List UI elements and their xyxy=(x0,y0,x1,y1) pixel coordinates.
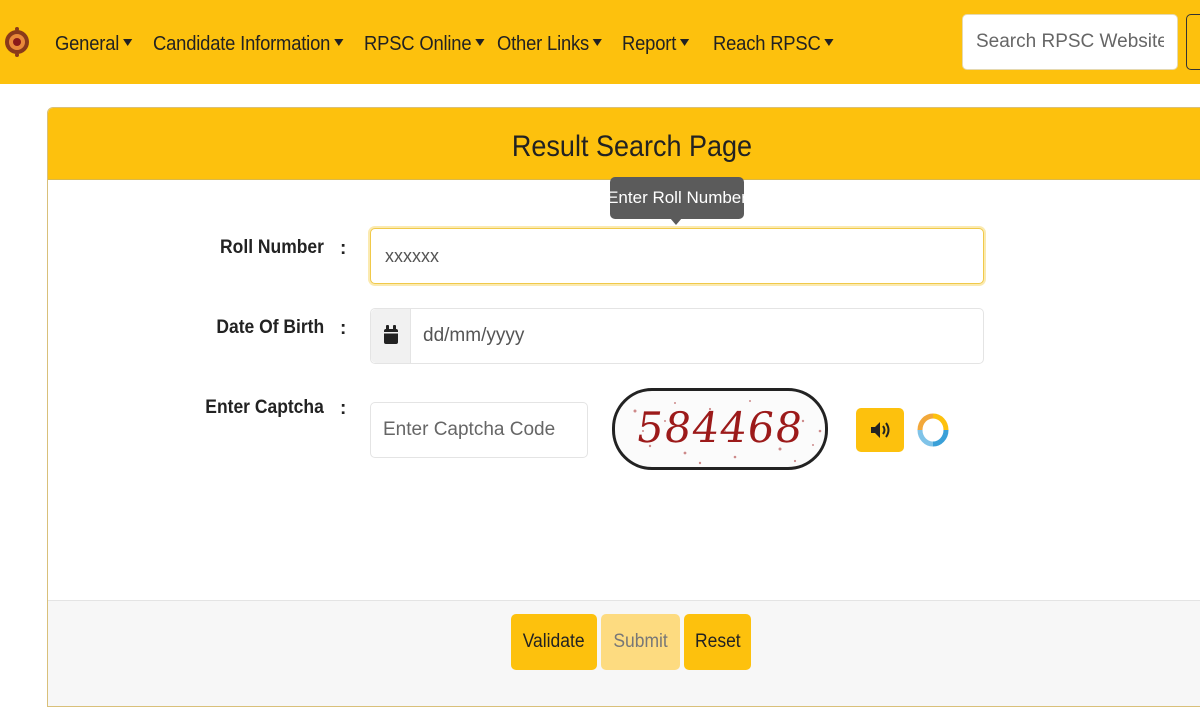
top-navbar: General Candidate Information RPSC Onlin… xyxy=(0,0,1200,84)
reset-button[interactable]: Reset xyxy=(684,614,751,670)
nav-report-label: Report xyxy=(622,32,677,55)
roll-number-input[interactable] xyxy=(370,228,984,284)
search-input[interactable] xyxy=(962,14,1178,70)
captcha-colon: : xyxy=(340,398,347,419)
card-header: Result Search Page xyxy=(48,108,1200,180)
dob-colon: : xyxy=(340,318,347,339)
nav-candidate-information-label: Candidate Information xyxy=(153,32,331,55)
roll-number-colon: : xyxy=(340,238,347,259)
audio-captcha-button[interactable] xyxy=(856,408,904,452)
calendar-addon[interactable] xyxy=(371,309,411,363)
captcha-image: 584468 xyxy=(612,388,828,470)
tooltip-arrow xyxy=(670,218,682,225)
nav-other-links[interactable]: Other Links xyxy=(497,30,602,58)
rpsc-logo-icon[interactable] xyxy=(2,26,32,58)
dob-input[interactable] xyxy=(411,309,983,363)
caret-down-icon xyxy=(122,38,133,46)
nav-general-label: General xyxy=(55,32,120,55)
captcha-label: Enter Captcha xyxy=(205,397,324,418)
nav-reach-rpsc-label: Reach RPSC xyxy=(713,32,821,55)
nav-candidate-information[interactable]: Candidate Information xyxy=(153,30,344,58)
caret-down-icon xyxy=(592,38,602,46)
page-title: Result Search Page xyxy=(511,130,753,163)
search-button[interactable] xyxy=(1186,14,1200,70)
nav-rpsc-online[interactable]: RPSC Online xyxy=(364,30,485,58)
nav-report[interactable]: Report xyxy=(622,30,690,58)
nav-reach-rpsc[interactable]: Reach RPSC xyxy=(713,30,834,58)
nav-other-links-label: Other Links xyxy=(497,32,590,55)
captcha-input[interactable] xyxy=(370,402,588,458)
reset-button-label: Reset xyxy=(694,631,741,652)
validate-button-label: Validate xyxy=(523,631,585,652)
caret-down-icon xyxy=(333,38,344,46)
dob-field-group xyxy=(370,308,984,364)
caret-down-icon xyxy=(824,38,834,46)
submit-button[interactable]: Submit xyxy=(601,614,680,670)
refresh-icon[interactable] xyxy=(916,410,950,450)
nav-rpsc-online-label: RPSC Online xyxy=(364,32,472,55)
calendar-icon xyxy=(384,325,398,344)
dob-label: Date Of Birth xyxy=(216,317,324,338)
roll-number-label: Roll Number xyxy=(220,237,324,258)
roll-number-tooltip: Enter Roll Number xyxy=(607,177,747,219)
speaker-icon xyxy=(871,422,890,438)
submit-button-label: Submit xyxy=(613,631,668,652)
nav-general[interactable]: General xyxy=(55,30,133,58)
caret-down-icon xyxy=(679,38,690,46)
validate-button[interactable]: Validate xyxy=(511,614,597,670)
caret-down-icon xyxy=(475,38,485,46)
captcha-code: 584468 xyxy=(633,403,807,452)
